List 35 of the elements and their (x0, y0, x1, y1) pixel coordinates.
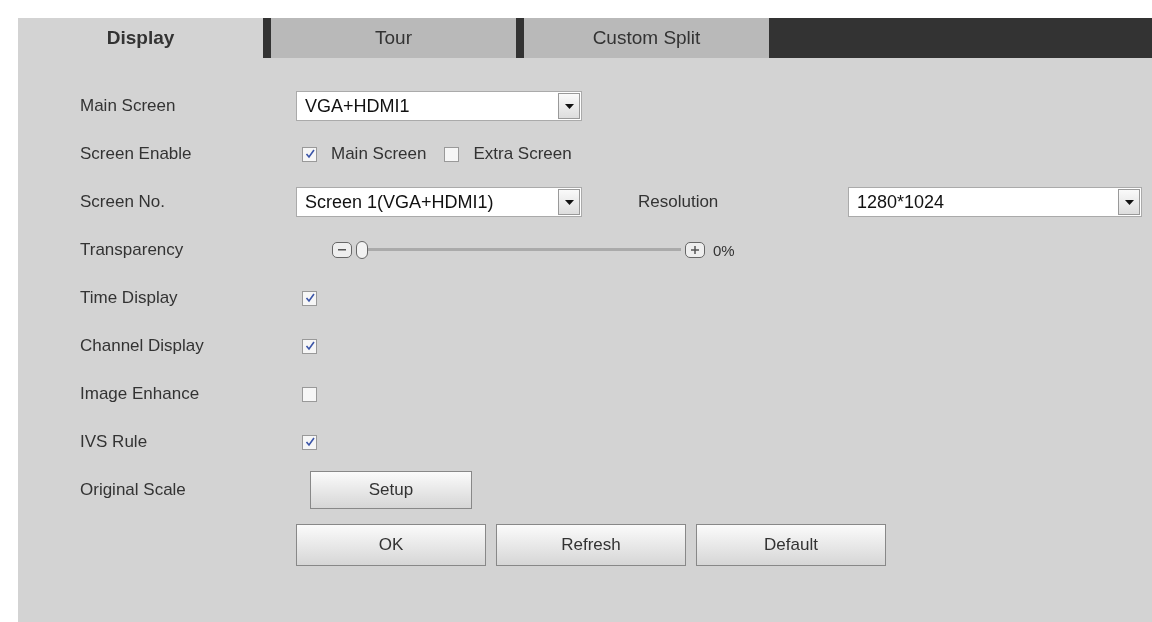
checkbox[interactable] (302, 434, 317, 450)
plus-icon[interactable] (685, 242, 705, 258)
field-label: Transparency (80, 240, 185, 260)
minus-icon[interactable] (332, 242, 352, 258)
action-button[interactable]: OK (296, 524, 486, 566)
slider-value: 0% (713, 241, 735, 259)
tab[interactable]: Display (18, 18, 263, 58)
checkbox[interactable] (302, 146, 317, 162)
field-label: Screen Enable (80, 144, 193, 164)
checkbox[interactable] (444, 146, 460, 162)
dropdown[interactable]: 1280*1024 (848, 187, 1142, 217)
caret-icon (1118, 189, 1140, 215)
field-label: Image Enhance (80, 384, 201, 404)
checkbox[interactable] (302, 338, 317, 354)
slider-thumb[interactable] (356, 241, 368, 259)
caret-icon (558, 93, 580, 119)
tab[interactable]: Custom Split (524, 18, 769, 58)
field-label: Channel Display (80, 336, 205, 356)
field-label: Original Scale (80, 480, 187, 500)
dropdown[interactable]: VGA+HDMI1 (296, 91, 582, 121)
field-label: IVS Rule (80, 432, 149, 452)
field-label: Resolution (638, 192, 720, 212)
checkbox-label: Extra Screen (473, 144, 572, 164)
tab[interactable]: Tour (271, 18, 516, 58)
field-label: Screen No. (80, 192, 167, 212)
action-button[interactable]: Refresh (496, 524, 686, 566)
setup-button[interactable]: Setup (310, 471, 472, 509)
field-label: Main Screen (80, 96, 177, 116)
caret-icon (558, 189, 580, 215)
checkbox[interactable] (302, 290, 317, 306)
dropdown[interactable]: Screen 1(VGA+HDMI1) (296, 187, 582, 217)
field-label: Time Display (80, 288, 179, 308)
action-button[interactable]: Default (696, 524, 886, 566)
checkbox[interactable] (302, 386, 317, 402)
checkbox-label: Main Screen (331, 144, 427, 164)
